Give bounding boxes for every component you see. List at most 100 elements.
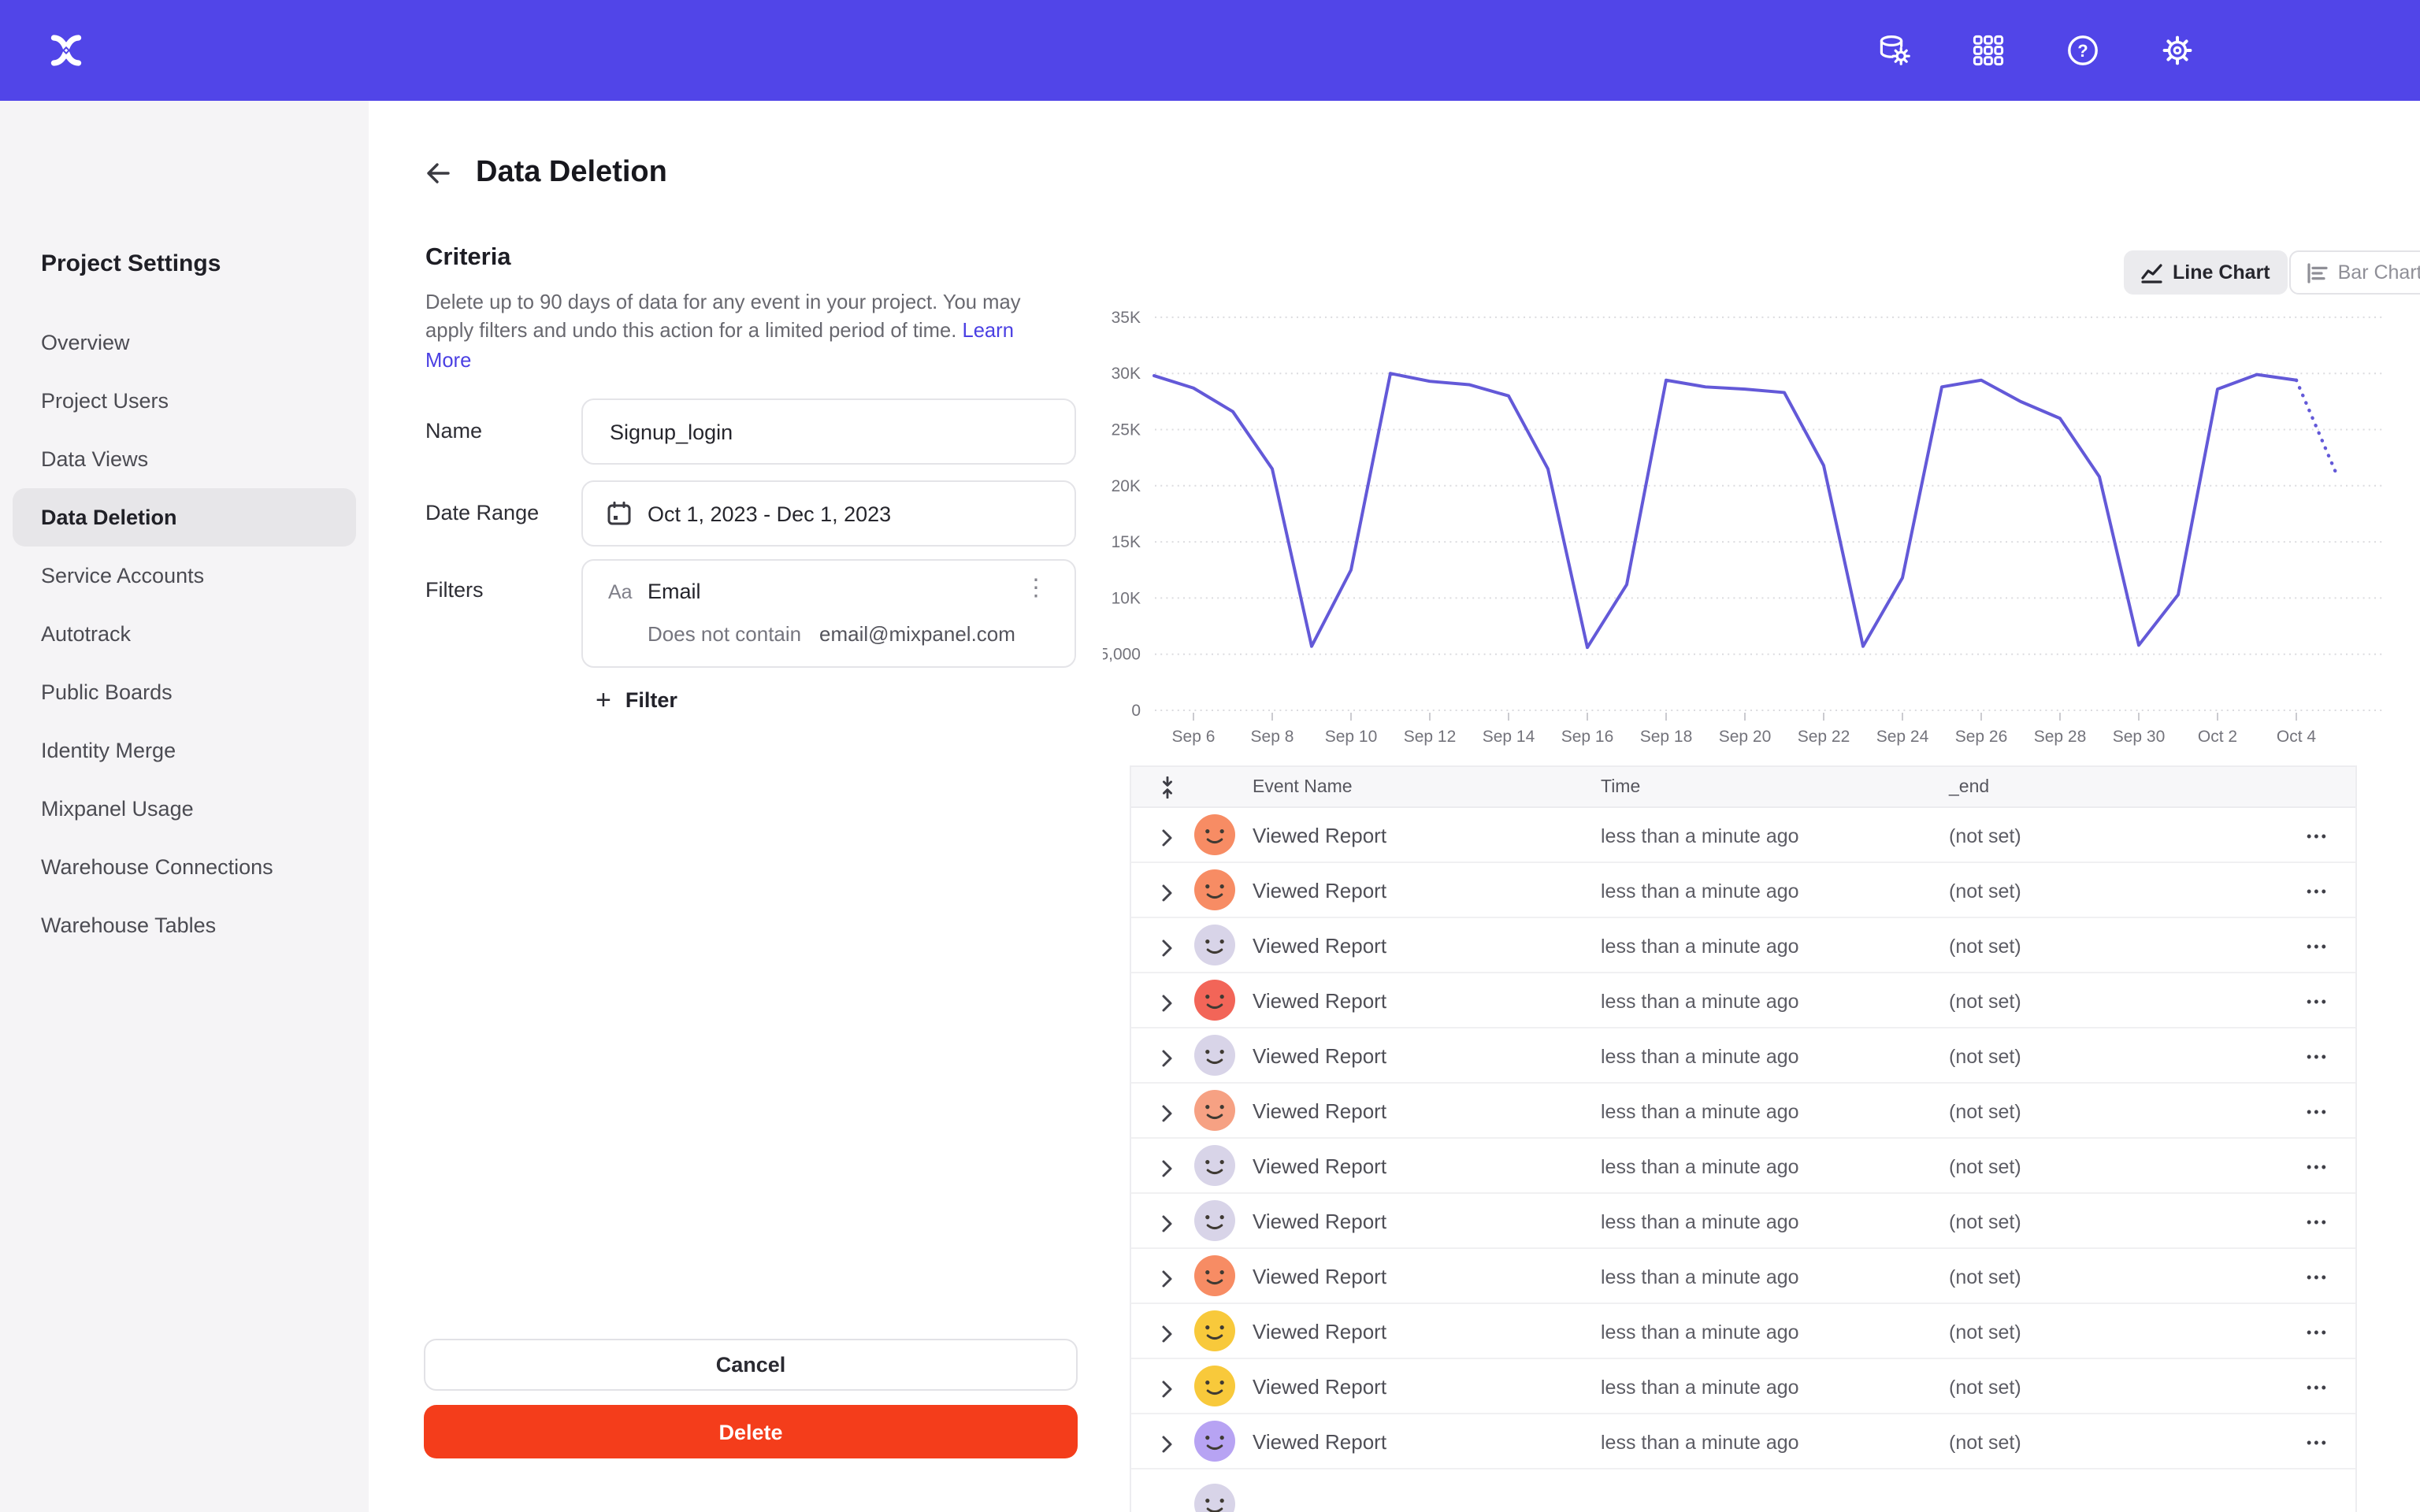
apps-grid-icon[interactable] [1969,32,2007,69]
name-input[interactable]: Signup_login [581,398,1076,465]
table-row: Viewed Report less than a minute ago (not … [1131,918,2355,973]
sidebar-item-overview[interactable]: Overview [13,313,356,372]
bar-chart-toggle[interactable]: Bar Chart [2289,250,2420,295]
bar-chart-toggle-label: Bar Chart [2338,261,2420,284]
svg-text:Oct 4: Oct 4 [2277,728,2317,746]
row-menu-button[interactable]: ••• [2297,1378,2338,1397]
svg-text:Sep 8: Sep 8 [1251,728,1294,746]
column-header-end[interactable]: _end [1949,778,1989,797]
sidebar-item-warehouse-connections[interactable]: Warehouse Connections [13,838,356,896]
row-menu-button[interactable]: ••• [2297,1268,2338,1287]
delete-button[interactable]: Delete [424,1405,1078,1458]
svg-text:0: 0 [1131,702,1141,720]
expand-row-icon[interactable] [1161,1047,1174,1076]
row-menu-button[interactable]: ••• [2297,1158,2338,1177]
svg-text:Sep 14: Sep 14 [1483,728,1535,746]
expand-row-icon[interactable] [1161,1378,1174,1406]
expand-row-icon[interactable] [1161,1102,1174,1131]
add-filter-button[interactable]: + Filter [596,687,677,713]
sidebar: Project Settings OverviewProject UsersDa… [0,101,369,1512]
date-range-label: Date Range [425,501,539,524]
avatar [1194,925,1235,965]
sidebar-item-mixpanel-usage[interactable]: Mixpanel Usage [13,780,356,838]
criteria-heading: Criteria [425,244,511,272]
time-cell: less than a minute ago [1601,1046,1799,1068]
expand-row-icon[interactable] [1161,827,1174,855]
avatar [1194,1421,1235,1462]
event-name-cell: Viewed Report [1253,1099,1386,1123]
end-cell: (not set) [1949,1377,2021,1399]
expand-row-icon[interactable] [1161,1213,1174,1241]
row-menu-button[interactable]: ••• [2297,1102,2338,1121]
end-cell: (not set) [1949,1266,2021,1288]
expand-row-icon[interactable] [1161,937,1174,965]
svg-text:?: ? [2077,41,2088,61]
cancel-button[interactable]: Cancel [424,1339,1078,1391]
filters-label: Filters [425,578,484,602]
events-line-chart: 05,00010K15K20K25K30K35KSep 6Sep 8Sep 10… [1103,299,2411,772]
filter-menu-button[interactable]: ⋮ [1015,575,1057,602]
sidebar-item-identity-merge[interactable]: Identity Merge [13,721,356,780]
time-cell: less than a minute ago [1601,1266,1799,1288]
row-menu-button[interactable]: ••• [2297,1047,2338,1066]
event-name-cell: Viewed Report [1253,934,1386,958]
database-gear-icon[interactable] [1875,32,1913,69]
settings-gear-icon[interactable] [2158,32,2196,69]
criteria-description: Delete up to 90 days of data for any eve… [425,288,1021,376]
back-button[interactable] [421,158,455,192]
avatar [1194,1255,1235,1296]
sidebar-item-project-users[interactable]: Project Users [13,372,356,430]
end-cell: (not set) [1949,880,2021,902]
expand-row-icon[interactable] [1161,1433,1174,1462]
column-header-time[interactable]: Time [1601,778,1640,797]
row-menu-button[interactable]: ••• [2297,827,2338,846]
avatar [1194,980,1235,1021]
text-property-icon: Aa [608,581,633,603]
expand-row-icon[interactable] [1161,1268,1174,1296]
svg-text:Sep 20: Sep 20 [1719,728,1772,746]
sidebar-item-service-accounts[interactable]: Service Accounts [13,547,356,605]
bar-chart-icon [2307,262,2329,283]
filter-card[interactable]: Aa Email ⋮ Does not contain email@mixpan… [581,559,1076,668]
sidebar-item-data-views[interactable]: Data Views [13,430,356,488]
time-cell: less than a minute ago [1601,1377,1799,1399]
row-menu-button[interactable]: ••• [2297,937,2338,956]
mixpanel-logo[interactable] [49,33,84,68]
event-name-cell: Viewed Report [1253,1320,1386,1343]
sidebar-item-public-boards[interactable]: Public Boards [13,663,356,721]
table-row: Viewed Reportless than a minute ago(not … [1131,973,2355,1028]
table-row: Viewed Reportless than a minute ago(not … [1131,1139,2355,1194]
line-chart-toggle[interactable]: Line Chart [2124,250,2288,295]
expand-row-icon[interactable] [1161,882,1174,910]
end-cell: (not set) [1949,936,2021,958]
row-menu-button[interactable]: ••• [2297,992,2338,1011]
svg-text:Sep 12: Sep 12 [1404,728,1457,746]
row-menu-button[interactable]: ••• [2297,1213,2338,1232]
event-name-cell: Viewed Report [1253,1375,1386,1399]
column-header-event-name[interactable]: Event Name [1253,778,1353,797]
date-range-input[interactable]: Oct 1, 2023 - Dec 1, 2023 [581,480,1076,547]
sidebar-item-autotrack[interactable]: Autotrack [13,605,356,663]
row-menu-button[interactable]: ••• [2297,1323,2338,1342]
avatar [1194,1090,1235,1131]
time-cell: less than a minute ago [1601,1156,1799,1178]
expand-row-icon[interactable] [1161,992,1174,1021]
time-cell: less than a minute ago [1601,1211,1799,1233]
table-row: Viewed Reportless than a minute ago(not … [1131,1414,2355,1469]
time-cell: less than a minute ago [1601,936,1799,958]
name-value: Signup_login [610,420,733,443]
expand-row-icon[interactable] [1161,1158,1174,1186]
svg-text:Sep 30: Sep 30 [2113,728,2166,746]
event-name-cell: Viewed Report [1253,879,1386,902]
svg-text:15K: 15K [1112,533,1141,551]
page-title: Data Deletion [476,156,667,191]
svg-text:20K: 20K [1112,477,1141,495]
row-menu-button[interactable]: ••• [2297,1433,2338,1452]
sidebar-item-warehouse-tables[interactable]: Warehouse Tables [13,896,356,954]
sidebar-item-data-deletion[interactable]: Data Deletion [13,488,356,547]
row-menu-button[interactable]: ••• [2297,882,2338,901]
collapse-rows-icon[interactable] [1158,776,1177,806]
help-icon[interactable]: ? [2064,32,2102,69]
end-cell: (not set) [1949,1156,2021,1178]
expand-row-icon[interactable] [1161,1323,1174,1351]
